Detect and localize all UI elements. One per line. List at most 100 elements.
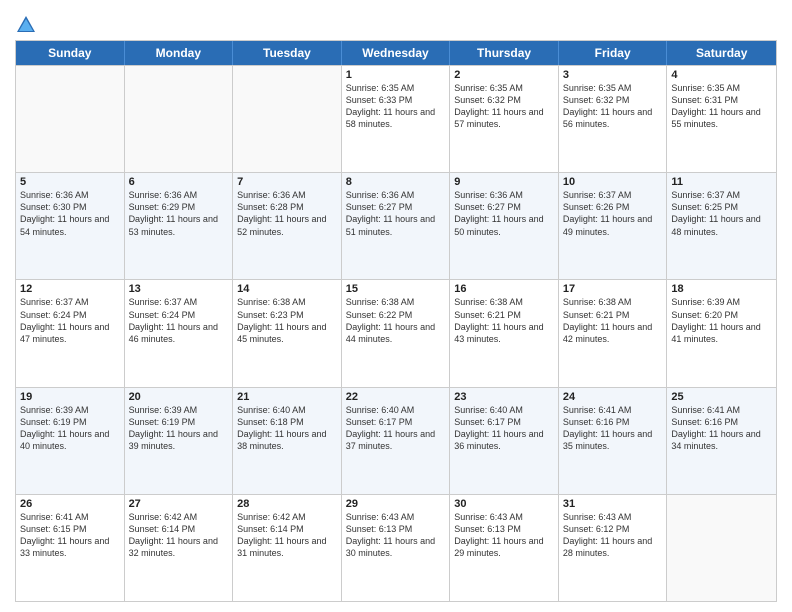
cal-cell-14: 14Sunrise: 6:38 AM Sunset: 6:23 PM Dayli… xyxy=(233,280,342,386)
header-cell-sunday: Sunday xyxy=(16,41,125,65)
day-info: Sunrise: 6:38 AM Sunset: 6:21 PM Dayligh… xyxy=(563,296,663,345)
header-cell-wednesday: Wednesday xyxy=(342,41,451,65)
day-number: 23 xyxy=(454,391,554,403)
page: SundayMondayTuesdayWednesdayThursdayFrid… xyxy=(0,0,792,612)
cal-cell-5: 5Sunrise: 6:36 AM Sunset: 6:30 PM Daylig… xyxy=(16,173,125,279)
header-cell-monday: Monday xyxy=(125,41,234,65)
cal-cell-4: 4Sunrise: 6:35 AM Sunset: 6:31 PM Daylig… xyxy=(667,66,776,172)
day-number: 4 xyxy=(671,69,772,81)
day-info: Sunrise: 6:36 AM Sunset: 6:29 PM Dayligh… xyxy=(129,189,229,238)
header-cell-friday: Friday xyxy=(559,41,668,65)
cal-cell-empty-4-6 xyxy=(667,495,776,601)
cal-cell-30: 30Sunrise: 6:43 AM Sunset: 6:13 PM Dayli… xyxy=(450,495,559,601)
day-info: Sunrise: 6:35 AM Sunset: 6:33 PM Dayligh… xyxy=(346,82,446,131)
day-info: Sunrise: 6:35 AM Sunset: 6:32 PM Dayligh… xyxy=(454,82,554,131)
calendar-body: 1Sunrise: 6:35 AM Sunset: 6:33 PM Daylig… xyxy=(16,65,776,601)
cal-cell-11: 11Sunrise: 6:37 AM Sunset: 6:25 PM Dayli… xyxy=(667,173,776,279)
day-info: Sunrise: 6:38 AM Sunset: 6:21 PM Dayligh… xyxy=(454,296,554,345)
day-number: 12 xyxy=(20,283,120,295)
cal-row-4: 26Sunrise: 6:41 AM Sunset: 6:15 PM Dayli… xyxy=(16,494,776,601)
day-number: 19 xyxy=(20,391,120,403)
day-number: 2 xyxy=(454,69,554,81)
cal-cell-31: 31Sunrise: 6:43 AM Sunset: 6:12 PM Dayli… xyxy=(559,495,668,601)
day-number: 28 xyxy=(237,498,337,510)
day-number: 20 xyxy=(129,391,229,403)
day-number: 26 xyxy=(20,498,120,510)
cal-cell-10: 10Sunrise: 6:37 AM Sunset: 6:26 PM Dayli… xyxy=(559,173,668,279)
day-number: 21 xyxy=(237,391,337,403)
day-info: Sunrise: 6:40 AM Sunset: 6:17 PM Dayligh… xyxy=(346,404,446,453)
day-number: 17 xyxy=(563,283,663,295)
header-cell-tuesday: Tuesday xyxy=(233,41,342,65)
header xyxy=(15,10,777,36)
day-info: Sunrise: 6:39 AM Sunset: 6:20 PM Dayligh… xyxy=(671,296,772,345)
cal-cell-3: 3Sunrise: 6:35 AM Sunset: 6:32 PM Daylig… xyxy=(559,66,668,172)
day-number: 9 xyxy=(454,176,554,188)
cal-cell-empty-0-1 xyxy=(125,66,234,172)
day-info: Sunrise: 6:38 AM Sunset: 6:23 PM Dayligh… xyxy=(237,296,337,345)
day-number: 18 xyxy=(671,283,772,295)
cal-cell-15: 15Sunrise: 6:38 AM Sunset: 6:22 PM Dayli… xyxy=(342,280,451,386)
day-info: Sunrise: 6:35 AM Sunset: 6:31 PM Dayligh… xyxy=(671,82,772,131)
day-number: 6 xyxy=(129,176,229,188)
cal-cell-6: 6Sunrise: 6:36 AM Sunset: 6:29 PM Daylig… xyxy=(125,173,234,279)
cal-cell-empty-0-2 xyxy=(233,66,342,172)
cal-cell-8: 8Sunrise: 6:36 AM Sunset: 6:27 PM Daylig… xyxy=(342,173,451,279)
day-number: 22 xyxy=(346,391,446,403)
cal-cell-7: 7Sunrise: 6:36 AM Sunset: 6:28 PM Daylig… xyxy=(233,173,342,279)
day-number: 1 xyxy=(346,69,446,81)
day-info: Sunrise: 6:37 AM Sunset: 6:24 PM Dayligh… xyxy=(129,296,229,345)
calendar: SundayMondayTuesdayWednesdayThursdayFrid… xyxy=(15,40,777,602)
day-info: Sunrise: 6:39 AM Sunset: 6:19 PM Dayligh… xyxy=(20,404,120,453)
cal-cell-17: 17Sunrise: 6:38 AM Sunset: 6:21 PM Dayli… xyxy=(559,280,668,386)
day-number: 11 xyxy=(671,176,772,188)
cal-cell-9: 9Sunrise: 6:36 AM Sunset: 6:27 PM Daylig… xyxy=(450,173,559,279)
cal-cell-2: 2Sunrise: 6:35 AM Sunset: 6:32 PM Daylig… xyxy=(450,66,559,172)
cal-cell-22: 22Sunrise: 6:40 AM Sunset: 6:17 PM Dayli… xyxy=(342,388,451,494)
day-number: 25 xyxy=(671,391,772,403)
day-info: Sunrise: 6:37 AM Sunset: 6:25 PM Dayligh… xyxy=(671,189,772,238)
cal-cell-16: 16Sunrise: 6:38 AM Sunset: 6:21 PM Dayli… xyxy=(450,280,559,386)
calendar-header-row: SundayMondayTuesdayWednesdayThursdayFrid… xyxy=(16,41,776,65)
header-cell-saturday: Saturday xyxy=(667,41,776,65)
day-number: 13 xyxy=(129,283,229,295)
day-info: Sunrise: 6:36 AM Sunset: 6:28 PM Dayligh… xyxy=(237,189,337,238)
cal-cell-27: 27Sunrise: 6:42 AM Sunset: 6:14 PM Dayli… xyxy=(125,495,234,601)
day-number: 3 xyxy=(563,69,663,81)
cal-row-2: 12Sunrise: 6:37 AM Sunset: 6:24 PM Dayli… xyxy=(16,279,776,386)
day-info: Sunrise: 6:40 AM Sunset: 6:17 PM Dayligh… xyxy=(454,404,554,453)
day-info: Sunrise: 6:36 AM Sunset: 6:30 PM Dayligh… xyxy=(20,189,120,238)
cal-cell-25: 25Sunrise: 6:41 AM Sunset: 6:16 PM Dayli… xyxy=(667,388,776,494)
day-info: Sunrise: 6:41 AM Sunset: 6:15 PM Dayligh… xyxy=(20,511,120,560)
cal-cell-empty-0-0 xyxy=(16,66,125,172)
logo-icon xyxy=(15,14,37,36)
cal-row-1: 5Sunrise: 6:36 AM Sunset: 6:30 PM Daylig… xyxy=(16,172,776,279)
day-info: Sunrise: 6:38 AM Sunset: 6:22 PM Dayligh… xyxy=(346,296,446,345)
day-number: 5 xyxy=(20,176,120,188)
cal-row-3: 19Sunrise: 6:39 AM Sunset: 6:19 PM Dayli… xyxy=(16,387,776,494)
day-info: Sunrise: 6:43 AM Sunset: 6:12 PM Dayligh… xyxy=(563,511,663,560)
day-number: 30 xyxy=(454,498,554,510)
cal-cell-12: 12Sunrise: 6:37 AM Sunset: 6:24 PM Dayli… xyxy=(16,280,125,386)
day-info: Sunrise: 6:37 AM Sunset: 6:24 PM Dayligh… xyxy=(20,296,120,345)
day-number: 14 xyxy=(237,283,337,295)
day-info: Sunrise: 6:43 AM Sunset: 6:13 PM Dayligh… xyxy=(454,511,554,560)
day-info: Sunrise: 6:43 AM Sunset: 6:13 PM Dayligh… xyxy=(346,511,446,560)
day-info: Sunrise: 6:42 AM Sunset: 6:14 PM Dayligh… xyxy=(237,511,337,560)
cal-cell-13: 13Sunrise: 6:37 AM Sunset: 6:24 PM Dayli… xyxy=(125,280,234,386)
day-info: Sunrise: 6:41 AM Sunset: 6:16 PM Dayligh… xyxy=(563,404,663,453)
day-number: 27 xyxy=(129,498,229,510)
day-info: Sunrise: 6:36 AM Sunset: 6:27 PM Dayligh… xyxy=(454,189,554,238)
cal-cell-21: 21Sunrise: 6:40 AM Sunset: 6:18 PM Dayli… xyxy=(233,388,342,494)
day-number: 24 xyxy=(563,391,663,403)
day-info: Sunrise: 6:37 AM Sunset: 6:26 PM Dayligh… xyxy=(563,189,663,238)
day-number: 10 xyxy=(563,176,663,188)
day-info: Sunrise: 6:42 AM Sunset: 6:14 PM Dayligh… xyxy=(129,511,229,560)
cal-row-0: 1Sunrise: 6:35 AM Sunset: 6:33 PM Daylig… xyxy=(16,65,776,172)
day-info: Sunrise: 6:36 AM Sunset: 6:27 PM Dayligh… xyxy=(346,189,446,238)
day-info: Sunrise: 6:40 AM Sunset: 6:18 PM Dayligh… xyxy=(237,404,337,453)
cal-cell-18: 18Sunrise: 6:39 AM Sunset: 6:20 PM Dayli… xyxy=(667,280,776,386)
cal-cell-29: 29Sunrise: 6:43 AM Sunset: 6:13 PM Dayli… xyxy=(342,495,451,601)
logo xyxy=(15,14,40,36)
day-number: 16 xyxy=(454,283,554,295)
